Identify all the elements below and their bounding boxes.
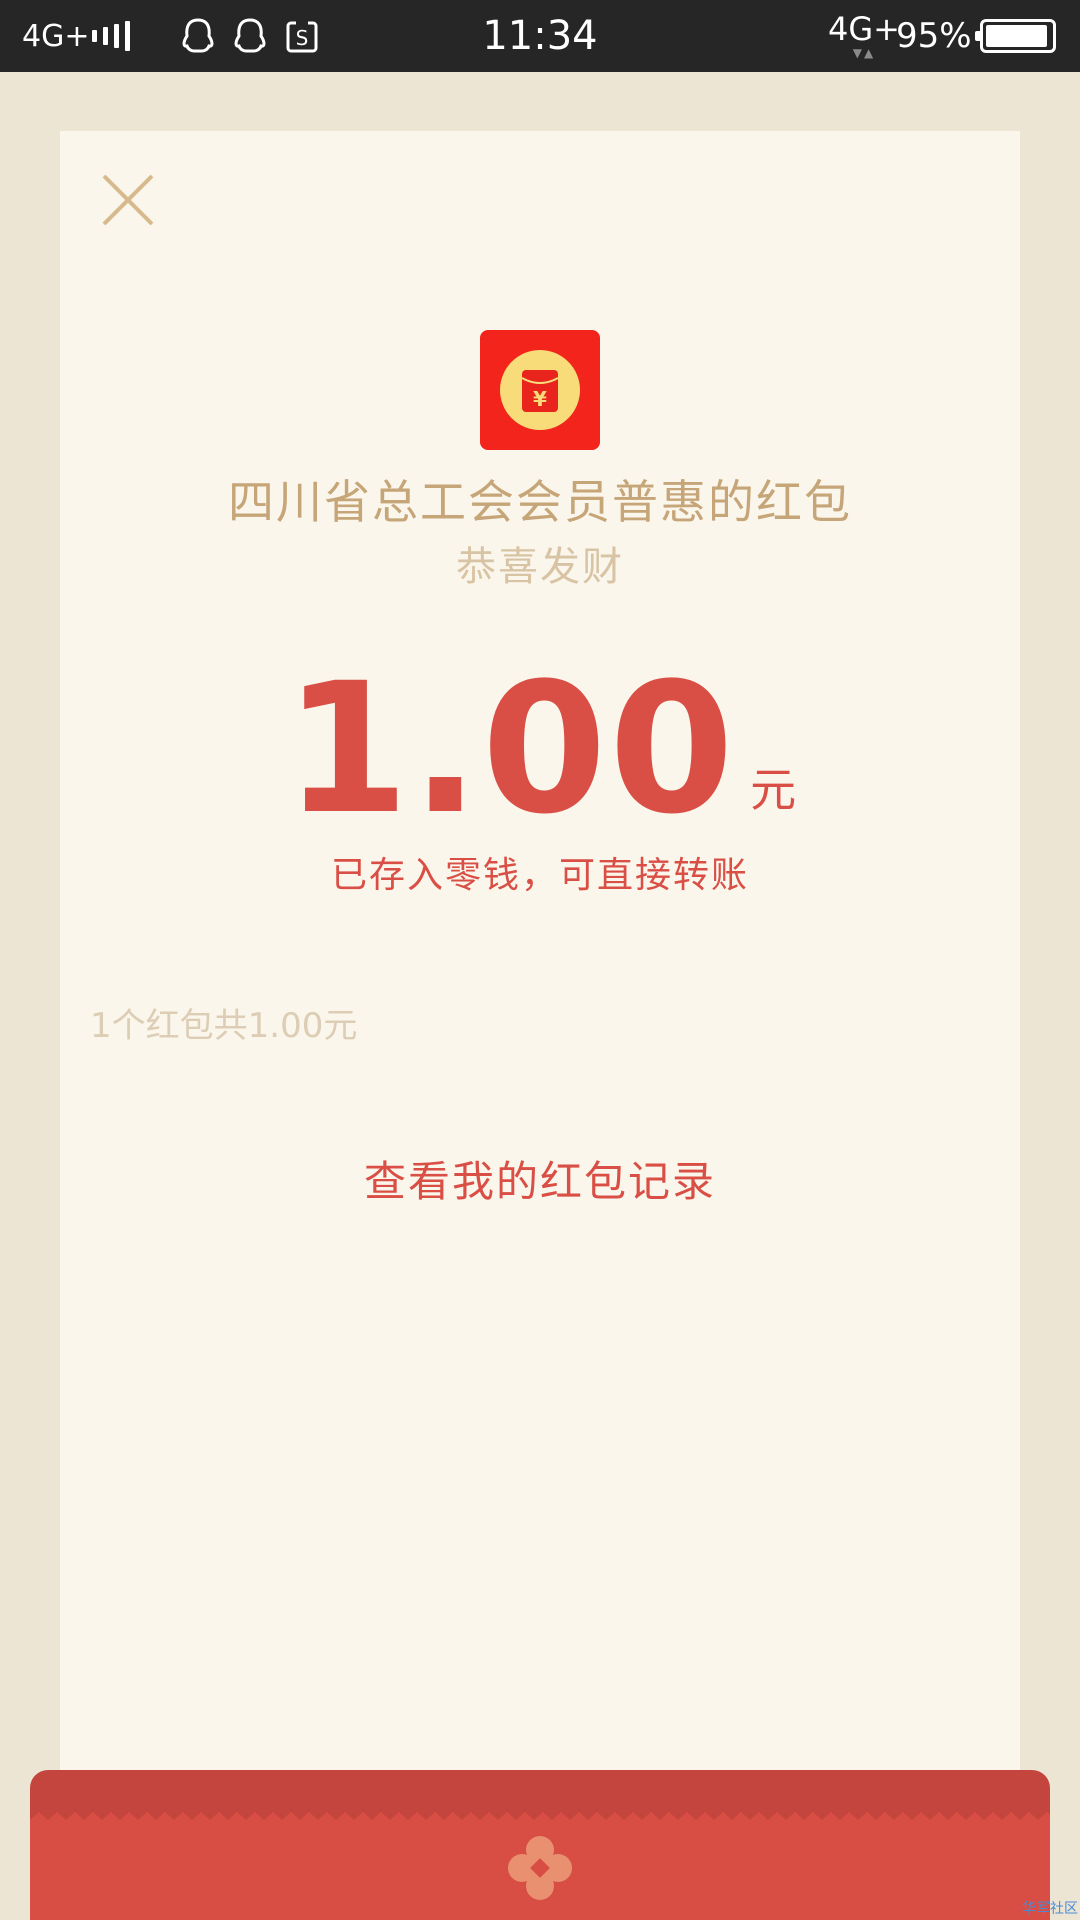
red-packet-sender-title: 四川省总工会会员普惠的红包 (228, 475, 852, 529)
mobile-data-indicator: 4G+ ▼▲ (828, 0, 900, 72)
status-bar: 4G+ S 11:34 4G+ ▼▲ 95% (0, 0, 1080, 72)
close-button[interactable] (98, 170, 158, 230)
watermark: 华军社区 (1022, 1901, 1078, 1917)
amount-value: 1.00 (283, 645, 737, 854)
view-records-link[interactable]: 查看我的红包记录 (0, 1148, 1080, 1209)
flower-emblem-icon (508, 1836, 572, 1900)
saved-to-wallet-note: 已存入零钱，可直接转账 (330, 855, 749, 896)
red-packet-icon: ¥ (480, 330, 600, 450)
battery-icon (975, 0, 1056, 72)
network-type-label: 4G+ (828, 10, 900, 48)
packet-summary: 1个红包共1.00元 (90, 1006, 358, 1046)
amount-display: 1.00 元 (0, 660, 1080, 840)
amount-unit: 元 (750, 763, 797, 817)
yuan-glyph: ¥ (533, 387, 547, 411)
greeting-text: 恭喜发财 (456, 544, 624, 590)
battery-percent: 95% (896, 16, 972, 56)
data-activity-icon: ▼▲ (852, 46, 876, 60)
close-icon (102, 174, 154, 226)
